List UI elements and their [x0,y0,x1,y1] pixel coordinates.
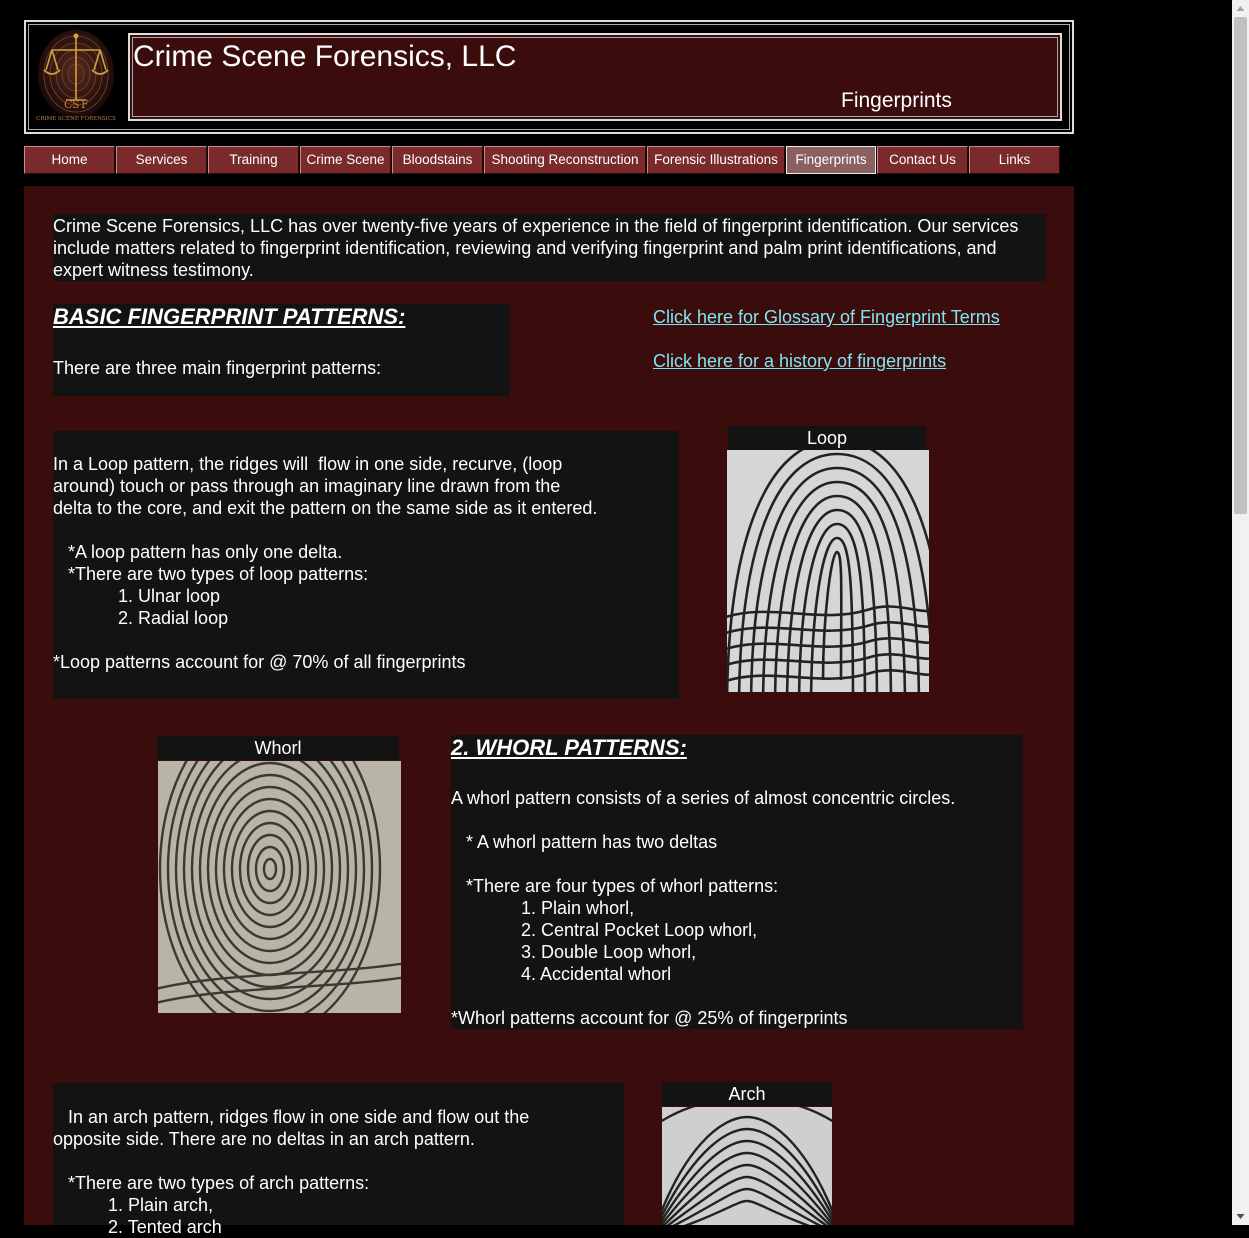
scroll-down-button[interactable] [1232,1208,1249,1225]
nav-home[interactable]: Home [24,146,115,174]
triangle-down-icon [1236,1214,1245,1219]
scroll-thumb[interactable] [1234,17,1247,514]
site-title: Crime Scene Forensics, LLC [133,40,517,73]
svg-text:S: S [72,98,80,111]
nav-shooting-reconstruction[interactable]: Shooting Reconstruction [484,146,646,174]
nav-fingerprints[interactable]: Fingerprints [786,146,876,174]
arch-fingerprint-icon [662,1107,832,1225]
whorl-fingerprint-icon [158,761,401,1013]
nav-contact-us[interactable]: Contact Us [877,146,968,174]
scales-of-justice-icon: C S F [38,30,114,118]
scroll-up-button[interactable] [1232,0,1249,17]
page-subtitle: Fingerprints [841,89,952,112]
arch-caption: Arch [662,1082,832,1106]
nav-training[interactable]: Training [208,146,299,174]
triangle-up-icon [1236,6,1245,11]
history-link[interactable]: Click here for a history of fingerprints [653,351,946,372]
basic-patterns-heading: BASIC FINGERPRINT PATTERNS: [53,304,406,329]
nav-links[interactable]: Links [969,146,1060,174]
nav-crime-scene[interactable]: Crime Scene [300,146,391,174]
nav-services[interactable]: Services [116,146,207,174]
loop-fingerprint-image [727,450,929,692]
basic-patterns-text: There are three main fingerprint pattern… [53,358,382,378]
arch-text: In an arch pattern, ridges flow in one s… [53,1107,530,1237]
logo-caption: CRIME SCENE FORENSICS [36,116,116,122]
intro-text: Crime Scene Forensics, LLC has over twen… [53,216,1019,280]
loop-text: In a Loop pattern, the ridges will flow … [53,454,598,672]
nav-forensic-illustrations[interactable]: Forensic Illustrations [647,146,785,174]
logo[interactable]: C S F CRIME SCENE FORENSICS [34,28,118,126]
loop-fingerprint-icon [727,450,929,692]
whorl-fingerprint-image [158,761,401,1013]
svg-text:F: F [81,98,89,111]
arch-fingerprint-image [662,1107,832,1225]
whorl-caption: Whorl [157,736,399,760]
nav-bloodstains[interactable]: Bloodstains [392,146,483,174]
glossary-link[interactable]: Click here for Glossary of Fingerprint T… [653,307,1000,328]
whorl-heading: 2. WHORL PATTERNS: [451,735,687,760]
loop-caption: Loop [728,426,926,450]
whorl-text: A whorl pattern consists of a series of … [451,788,956,1028]
